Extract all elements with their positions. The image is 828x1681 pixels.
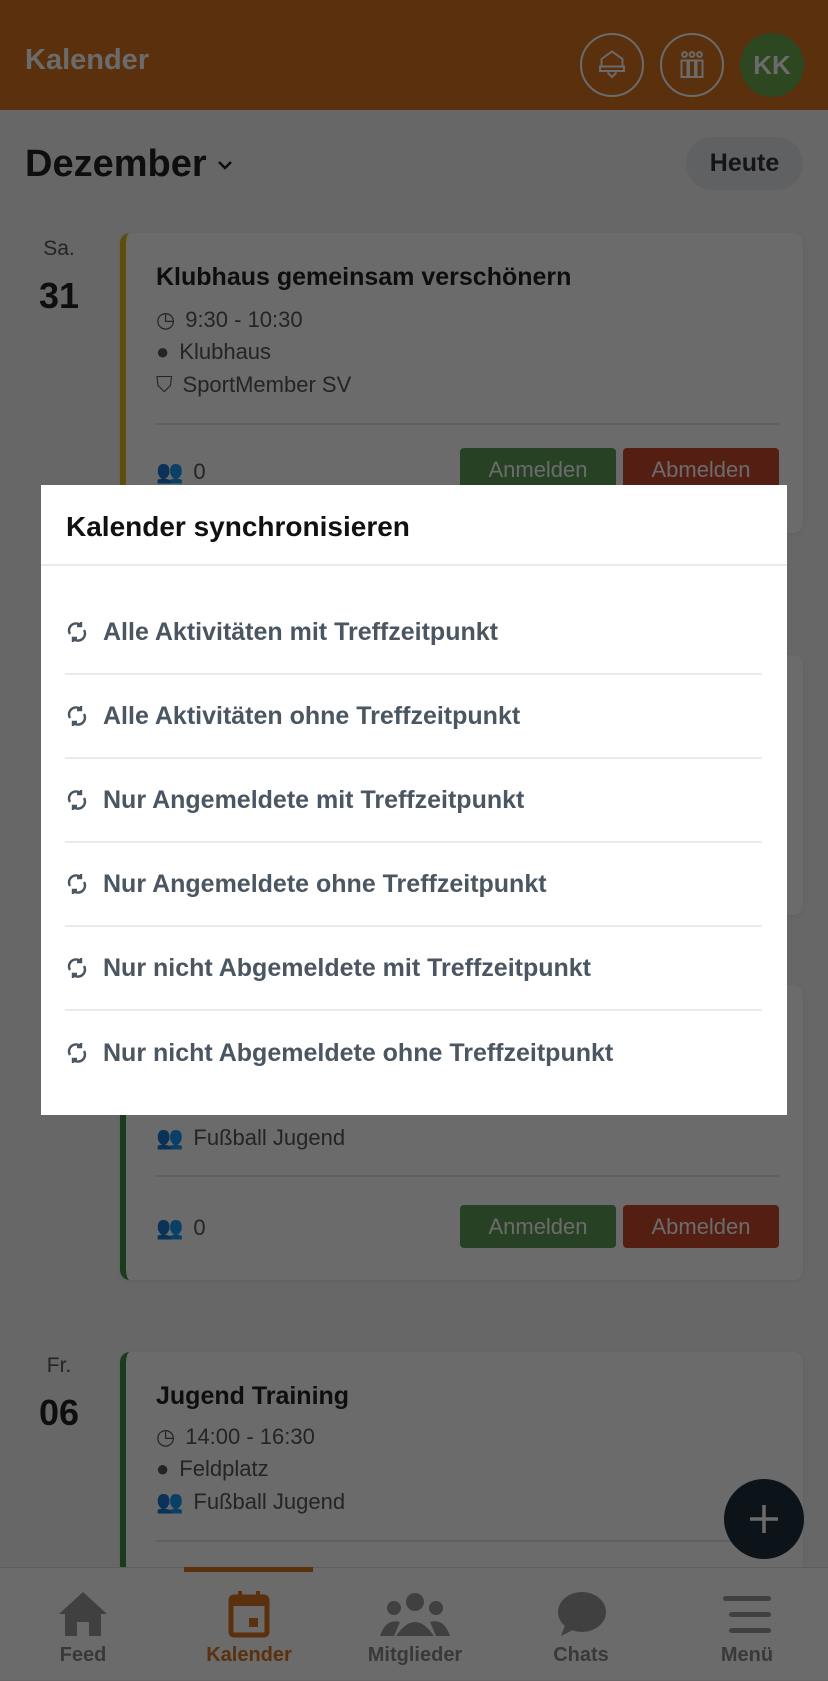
sync-option-label: Nur Angemeldete mit Treffzeitpunkt [103,785,525,814]
event-date: Sa. 31 [20,237,98,317]
divider [156,1175,779,1177]
event-location: Klubhaus [179,339,272,364]
event-date: Fr. 06 [20,1354,98,1434]
nav-label: Menü [720,1644,774,1666]
event-title: Jugend Training [156,1382,350,1410]
sync-option[interactable]: Alle Aktivitäten mit Treffzeitpunkt [65,591,762,675]
sync-icon [67,706,87,726]
day-number: 31 [38,275,80,316]
group-icon: 👥 [156,1489,184,1514]
teams-icon[interactable] [660,33,724,97]
participants-icon: 👥 [156,1215,184,1240]
event-title: Klubhaus gemeinsam verschönern [156,263,572,291]
sync-option[interactable]: Nur Angemeldete mit Treffzeitpunkt [65,759,762,843]
weekday: Sa. [43,237,75,260]
sync-option-label: Alle Aktivitäten ohne Treffzeitpunkt [103,701,521,730]
event-time: 14:00 - 16:30 [185,1424,315,1449]
today-button[interactable]: Heute [686,137,803,190]
sync-option[interactable]: Nur Angemeldete ohne Treffzeitpunkt [65,843,762,927]
participant-count: 0 [193,1215,206,1240]
event-time: 9:30 - 10:30 [185,307,303,332]
sync-icon [67,874,87,894]
leave-button[interactable]: Abmelden [623,1205,779,1248]
nav-menu[interactable]: Menü [664,1568,828,1681]
event-location: Feldplatz [179,1456,269,1481]
sync-option[interactable]: Nur nicht Abgemeldete ohne Treffzeitpunk… [65,1011,762,1095]
club-crest-icon[interactable] [580,33,644,97]
nav-chats[interactable]: Chats [498,1568,664,1681]
location-pin-icon: ● [156,339,170,364]
sync-icon [67,622,87,642]
clock-icon: ◷ [156,307,176,332]
sync-icon [67,1043,87,1063]
app-header: Kalender KK [0,0,828,110]
sync-option[interactable]: Nur nicht Abgemeldete mit Treffzeitpunkt [65,927,762,1011]
nav-mitglieder[interactable]: Mitglieder [332,1568,498,1681]
nav-label: Chats [553,1644,609,1666]
nav-kalender[interactable]: Kalender [166,1568,332,1681]
club-crest-icon: ⛉ [156,372,173,397]
nav-label: Kalender [206,1644,292,1666]
weekday: Fr. [46,1354,72,1377]
sync-option[interactable]: Alle Aktivitäten ohne Treffzeitpunkt [65,675,762,759]
participants-icon: 👥 [156,459,184,484]
chat-icon [558,1592,606,1636]
clock-icon: ◷ [156,1424,176,1449]
group-icon: 👥 [156,1125,184,1150]
location-pin-icon: ● [156,1456,170,1481]
nav-label: Feed [59,1644,107,1666]
chevron-down-icon [217,160,232,170]
divider [156,1540,779,1542]
sync-option-label: Alle Aktivitäten mit Treffzeitpunkt [103,617,498,646]
sync-icon [67,790,87,810]
bottom-nav: Feed Kalender Mitglieder Chats Menü [0,1567,828,1680]
event-group: Fußball Jugend [193,1125,346,1150]
divider [41,564,787,566]
day-number: 06 [38,1392,80,1433]
calendar-icon [228,1591,270,1638]
divider [156,423,779,425]
sync-icon [67,958,87,978]
event-group: SportMember SV [182,372,352,397]
join-button[interactable]: Anmelden [460,1205,616,1248]
plus-icon [750,1505,778,1533]
dialog-title: Kalender synchronisieren [66,511,410,542]
page-title: Kalender [25,44,150,76]
sync-option-label: Nur nicht Abgemeldete ohne Treffzeitpunk… [103,1038,614,1067]
sync-option-label: Nur nicht Abgemeldete mit Treffzeitpunkt [103,953,592,982]
add-event-button[interactable] [724,1479,804,1559]
month-selector[interactable]: Dezember [25,143,235,186]
menu-icon [723,1596,771,1633]
home-icon [59,1592,107,1636]
sync-option-label: Nur Angemeldete ohne Treffzeitpunkt [103,869,547,898]
participant-count: 0 [193,459,206,484]
nav-label: Mitglieder [367,1644,463,1666]
sync-calendar-dialog: Kalender synchronisieren Alle Aktivitäte… [41,485,787,1115]
month-label: Dezember [25,143,207,185]
nav-feed[interactable]: Feed [0,1568,166,1681]
event-group: Fußball Jugend [193,1489,346,1514]
avatar[interactable]: KK [740,33,804,97]
members-icon [380,1593,450,1636]
